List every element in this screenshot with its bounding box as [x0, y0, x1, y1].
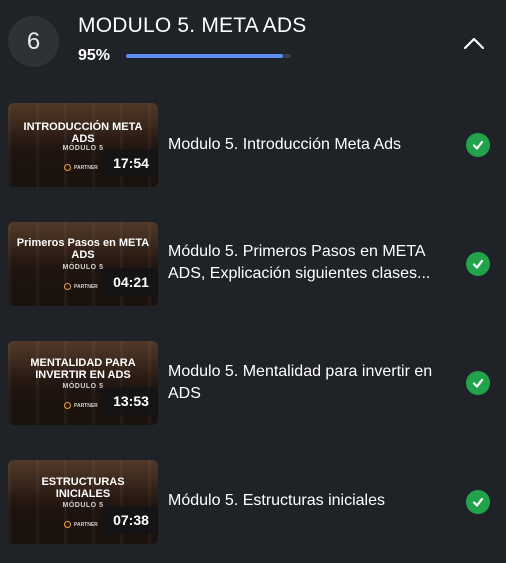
partner-logo: PARTNER: [64, 521, 98, 528]
lesson-duration: 04:21: [101, 268, 158, 296]
partner-logo-icon: [64, 164, 71, 171]
completed-badge: [466, 252, 490, 276]
lesson-thumbnail[interactable]: Primeros Pasos en META ADS MÓDULO 5 PART…: [8, 222, 158, 306]
thumbnail-title: MENTALIDAD PARA INVERTIR EN ADS: [30, 357, 136, 381]
partner-logo-text: PARTNER: [74, 283, 98, 290]
partner-logo-icon: [64, 521, 71, 528]
module-progress: 95%: [78, 47, 291, 65]
lesson-item[interactable]: MENTALIDAD PARA INVERTIR EN ADS MÓDULO 5…: [0, 341, 506, 425]
lesson-duration: 13:53: [101, 387, 158, 415]
partner-logo: PARTNER: [64, 402, 98, 409]
partner-logo-icon: [64, 283, 71, 290]
partner-logo-icon: [64, 402, 71, 409]
lesson-duration: 17:54: [101, 149, 158, 177]
partner-logo-text: PARTNER: [74, 164, 98, 171]
partner-logo-text: PARTNER: [74, 521, 98, 528]
lesson-item[interactable]: INTRODUCCIÓN META ADS MÓDULO 5 PARTNER 1…: [0, 103, 506, 187]
partner-logo: PARTNER: [64, 283, 98, 290]
module-header[interactable]: 6 MODULO 5. META ADS 95%: [0, 0, 506, 86]
lesson-title[interactable]: Modulo 5. Introducción Meta Ads: [168, 134, 456, 156]
chevron-up-icon: [463, 37, 485, 50]
progress-percent: 95%: [78, 47, 111, 64]
lesson-thumbnail[interactable]: INTRODUCCIÓN META ADS MÓDULO 5 PARTNER 1…: [8, 103, 158, 187]
thumbnail-title: INTRODUCCIÓN META ADS: [23, 121, 143, 145]
thumbnail-title: Primeros Pasos en META ADS: [16, 237, 150, 261]
check-circle-icon: [472, 378, 484, 388]
lesson-title[interactable]: Modulo 5. Mentalidad para invertir en AD…: [168, 361, 456, 405]
lesson-duration: 07:38: [101, 506, 158, 534]
collapse-button[interactable]: [456, 28, 492, 58]
completed-badge: [466, 133, 490, 157]
check-circle-icon: [472, 259, 484, 269]
thumbnail-title: ESTRUCTURAS INICIALES: [41, 476, 125, 500]
check-circle-icon: [472, 140, 484, 150]
partner-logo-text: PARTNER: [74, 402, 98, 409]
completed-badge: [466, 490, 490, 514]
completed-badge: [466, 371, 490, 395]
module-panel: 6 MODULO 5. META ADS 95% INTRODUCCIÓN ME…: [0, 0, 506, 563]
module-number-badge: 6: [8, 16, 59, 67]
progress-bar: [126, 54, 291, 58]
lesson-thumbnail[interactable]: ESTRUCTURAS INICIALES MÓDULO 5 PARTNER 0…: [8, 460, 158, 544]
lesson-item[interactable]: Primeros Pasos en META ADS MÓDULO 5 PART…: [0, 222, 506, 306]
lesson-title[interactable]: Módulo 5. Primeros Pasos en META ADS, Ex…: [168, 241, 456, 285]
lesson-item[interactable]: ESTRUCTURAS INICIALES MÓDULO 5 PARTNER 0…: [0, 460, 506, 544]
lesson-title[interactable]: Módulo 5. Estructuras iniciales: [168, 490, 456, 512]
check-circle-icon: [472, 497, 484, 507]
lesson-thumbnail[interactable]: MENTALIDAD PARA INVERTIR EN ADS MÓDULO 5…: [8, 341, 158, 425]
module-title: MODULO 5. META ADS: [78, 14, 307, 37]
partner-logo: PARTNER: [64, 164, 98, 171]
progress-bar-fill: [126, 54, 283, 58]
